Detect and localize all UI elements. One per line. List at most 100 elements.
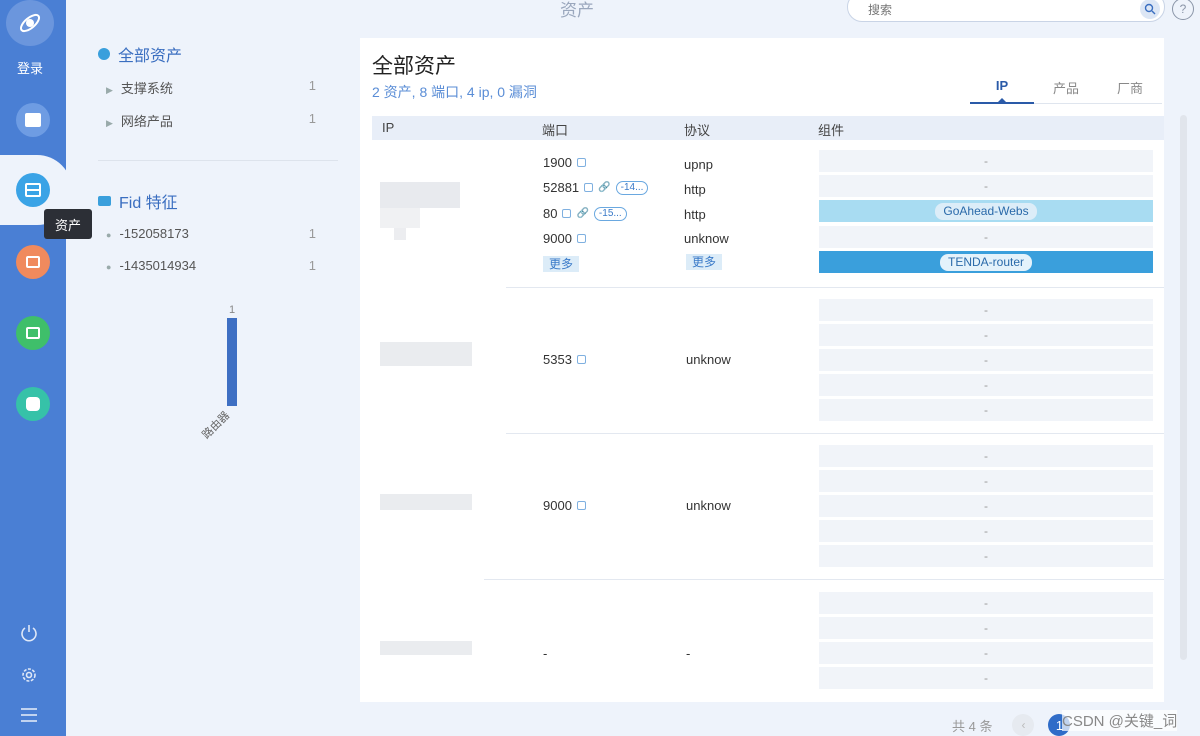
- monitor-icon: [26, 256, 40, 268]
- device-type-chart: 1 路由器: [199, 304, 237, 441]
- power-icon[interactable]: [18, 622, 40, 644]
- menu-icon[interactable]: [18, 704, 40, 726]
- tab-product[interactable]: 产品: [1034, 78, 1098, 104]
- copy-icon[interactable]: [576, 355, 586, 364]
- chevron-left-icon[interactable]: ‹: [1012, 714, 1035, 736]
- port-cell: 80 🔗 -15...: [543, 206, 627, 221]
- copy-icon[interactable]: [562, 209, 572, 218]
- puzzle-icon: [26, 397, 40, 411]
- table-row[interactable]: 9000 unknow - - - - -: [372, 434, 1164, 580]
- copy-icon[interactable]: [576, 234, 586, 243]
- column-header: 组件: [818, 123, 845, 138]
- filter-item[interactable]: ● -1435014934 1: [106, 258, 316, 273]
- component-cell: -: [819, 445, 1153, 467]
- trend-chart-icon: [26, 327, 40, 339]
- component-cell: -: [819, 399, 1153, 421]
- card-title: 全部资产: [372, 55, 456, 78]
- nav-dashboard-button[interactable]: [16, 103, 50, 137]
- gear-icon[interactable]: [18, 664, 40, 686]
- component-cell: GoAhead-Webs: [819, 200, 1153, 222]
- search-input[interactable]: [868, 3, 1118, 17]
- port-cell: 52881 🔗 -14...: [543, 180, 649, 195]
- copy-icon[interactable]: [576, 501, 586, 510]
- column-header: 协议: [684, 123, 711, 138]
- link-icon[interactable]: 🔗: [598, 182, 610, 193]
- filter-count: 1: [308, 111, 316, 126]
- port-cell: 9000: [543, 498, 586, 513]
- copy-icon[interactable]: [584, 183, 594, 192]
- component-cell: -: [819, 299, 1153, 321]
- column-header: 端口: [542, 123, 569, 138]
- panel-divider: [98, 160, 338, 161]
- column-header: IP: [382, 120, 395, 135]
- total-count: 共 4 条: [952, 718, 993, 734]
- search-box: [847, 0, 1165, 22]
- bullet-icon: ●: [106, 262, 112, 272]
- component-cell: -: [819, 349, 1153, 371]
- link-icon[interactable]: 🔗: [576, 208, 588, 219]
- table-row[interactable]: - - - - - -: [372, 580, 1164, 700]
- port-cell: 1900: [543, 155, 586, 170]
- id-card-icon: [98, 196, 111, 206]
- component-cell: -: [819, 545, 1153, 567]
- rocket-logo-icon[interactable]: [6, 0, 54, 46]
- protocol-cell: unknow: [686, 498, 731, 513]
- watermark: CSDN @关键_词: [1062, 710, 1178, 731]
- fid-pill[interactable]: -15...: [593, 206, 627, 221]
- component-cell: -: [819, 150, 1153, 172]
- nav-vuln-button[interactable]: [16, 245, 50, 279]
- nav-stats-button[interactable]: [16, 316, 50, 350]
- port-cell: 5353: [543, 352, 586, 367]
- component-chip[interactable]: GoAhead-Webs: [935, 202, 1037, 220]
- table-header: IP 端口 协议 组件: [372, 116, 1164, 140]
- port-cell: -: [543, 646, 548, 661]
- bullet-icon: ●: [106, 230, 112, 240]
- filter-item[interactable]: ▶ 网络产品 1: [106, 111, 316, 130]
- component-cell: -: [819, 617, 1153, 639]
- filter-count: 1: [308, 226, 316, 241]
- more-ports-button[interactable]: 更多: [543, 256, 580, 272]
- table-row[interactable]: 1900 upnp 52881 🔗 -14... http 80 🔗 -15..…: [372, 140, 1164, 288]
- asset-card: 全部资产 2 资产, 8 端口, 4 ip, 0 漏洞 IP 产品 厂商 IP …: [360, 38, 1164, 702]
- nav-plugin-button[interactable]: [16, 387, 50, 421]
- filter-all-assets-title[interactable]: 全部资产: [98, 42, 182, 66]
- protocol-cell: http: [684, 207, 706, 222]
- more-protocols-button[interactable]: 更多: [686, 254, 723, 270]
- component-cell: -: [819, 667, 1153, 689]
- copy-icon[interactable]: [576, 158, 586, 167]
- login-link[interactable]: 登录: [0, 58, 60, 77]
- page-title: 资产: [560, 1, 594, 20]
- filter-fid-title[interactable]: Fid 特征: [98, 189, 178, 213]
- component-cell: -: [819, 495, 1153, 517]
- protocol-cell: upnp: [684, 157, 713, 172]
- fid-pill[interactable]: -14...: [615, 180, 649, 195]
- help-icon[interactable]: ?: [1172, 0, 1194, 20]
- component-cell: TENDA-router: [819, 251, 1153, 273]
- port-cell: 9000: [543, 231, 586, 246]
- tab-ip[interactable]: IP: [970, 78, 1034, 104]
- component-chip[interactable]: TENDA-router: [939, 253, 1032, 271]
- protocol-cell: -: [686, 646, 691, 661]
- filter-count: 1: [308, 258, 316, 273]
- x-tick-label: 路由器: [199, 408, 232, 441]
- pagination: 共 4 条 ‹ 1: [952, 714, 1071, 736]
- component-cell: -: [819, 642, 1153, 664]
- filter-item[interactable]: ▶ 支撑系统 1: [106, 78, 316, 97]
- table-scrollbar[interactable]: [1180, 115, 1187, 660]
- component-cell: -: [819, 470, 1153, 492]
- tab-vendor[interactable]: 厂商: [1098, 78, 1162, 104]
- filter-count: 1: [308, 78, 316, 93]
- asset-dot-icon: [98, 48, 110, 60]
- view-tabs: IP 产品 厂商: [970, 78, 1162, 104]
- bar-路由器[interactable]: [227, 318, 237, 406]
- bar-data-label: 1: [229, 304, 235, 316]
- nav-assets-button[interactable]: [16, 173, 50, 207]
- protocol-cell: unknow: [686, 352, 731, 367]
- table-row[interactable]: 5353 unknow - - - - -: [372, 288, 1164, 434]
- nav-rail: 登录 资产: [0, 0, 92, 736]
- search-icon[interactable]: [1140, 0, 1160, 19]
- protocol-cell: http: [684, 182, 706, 197]
- caret-right-icon: ▶: [106, 118, 113, 128]
- filter-item[interactable]: ● -152058173 1: [106, 226, 316, 241]
- caret-right-icon: ▶: [106, 85, 113, 95]
